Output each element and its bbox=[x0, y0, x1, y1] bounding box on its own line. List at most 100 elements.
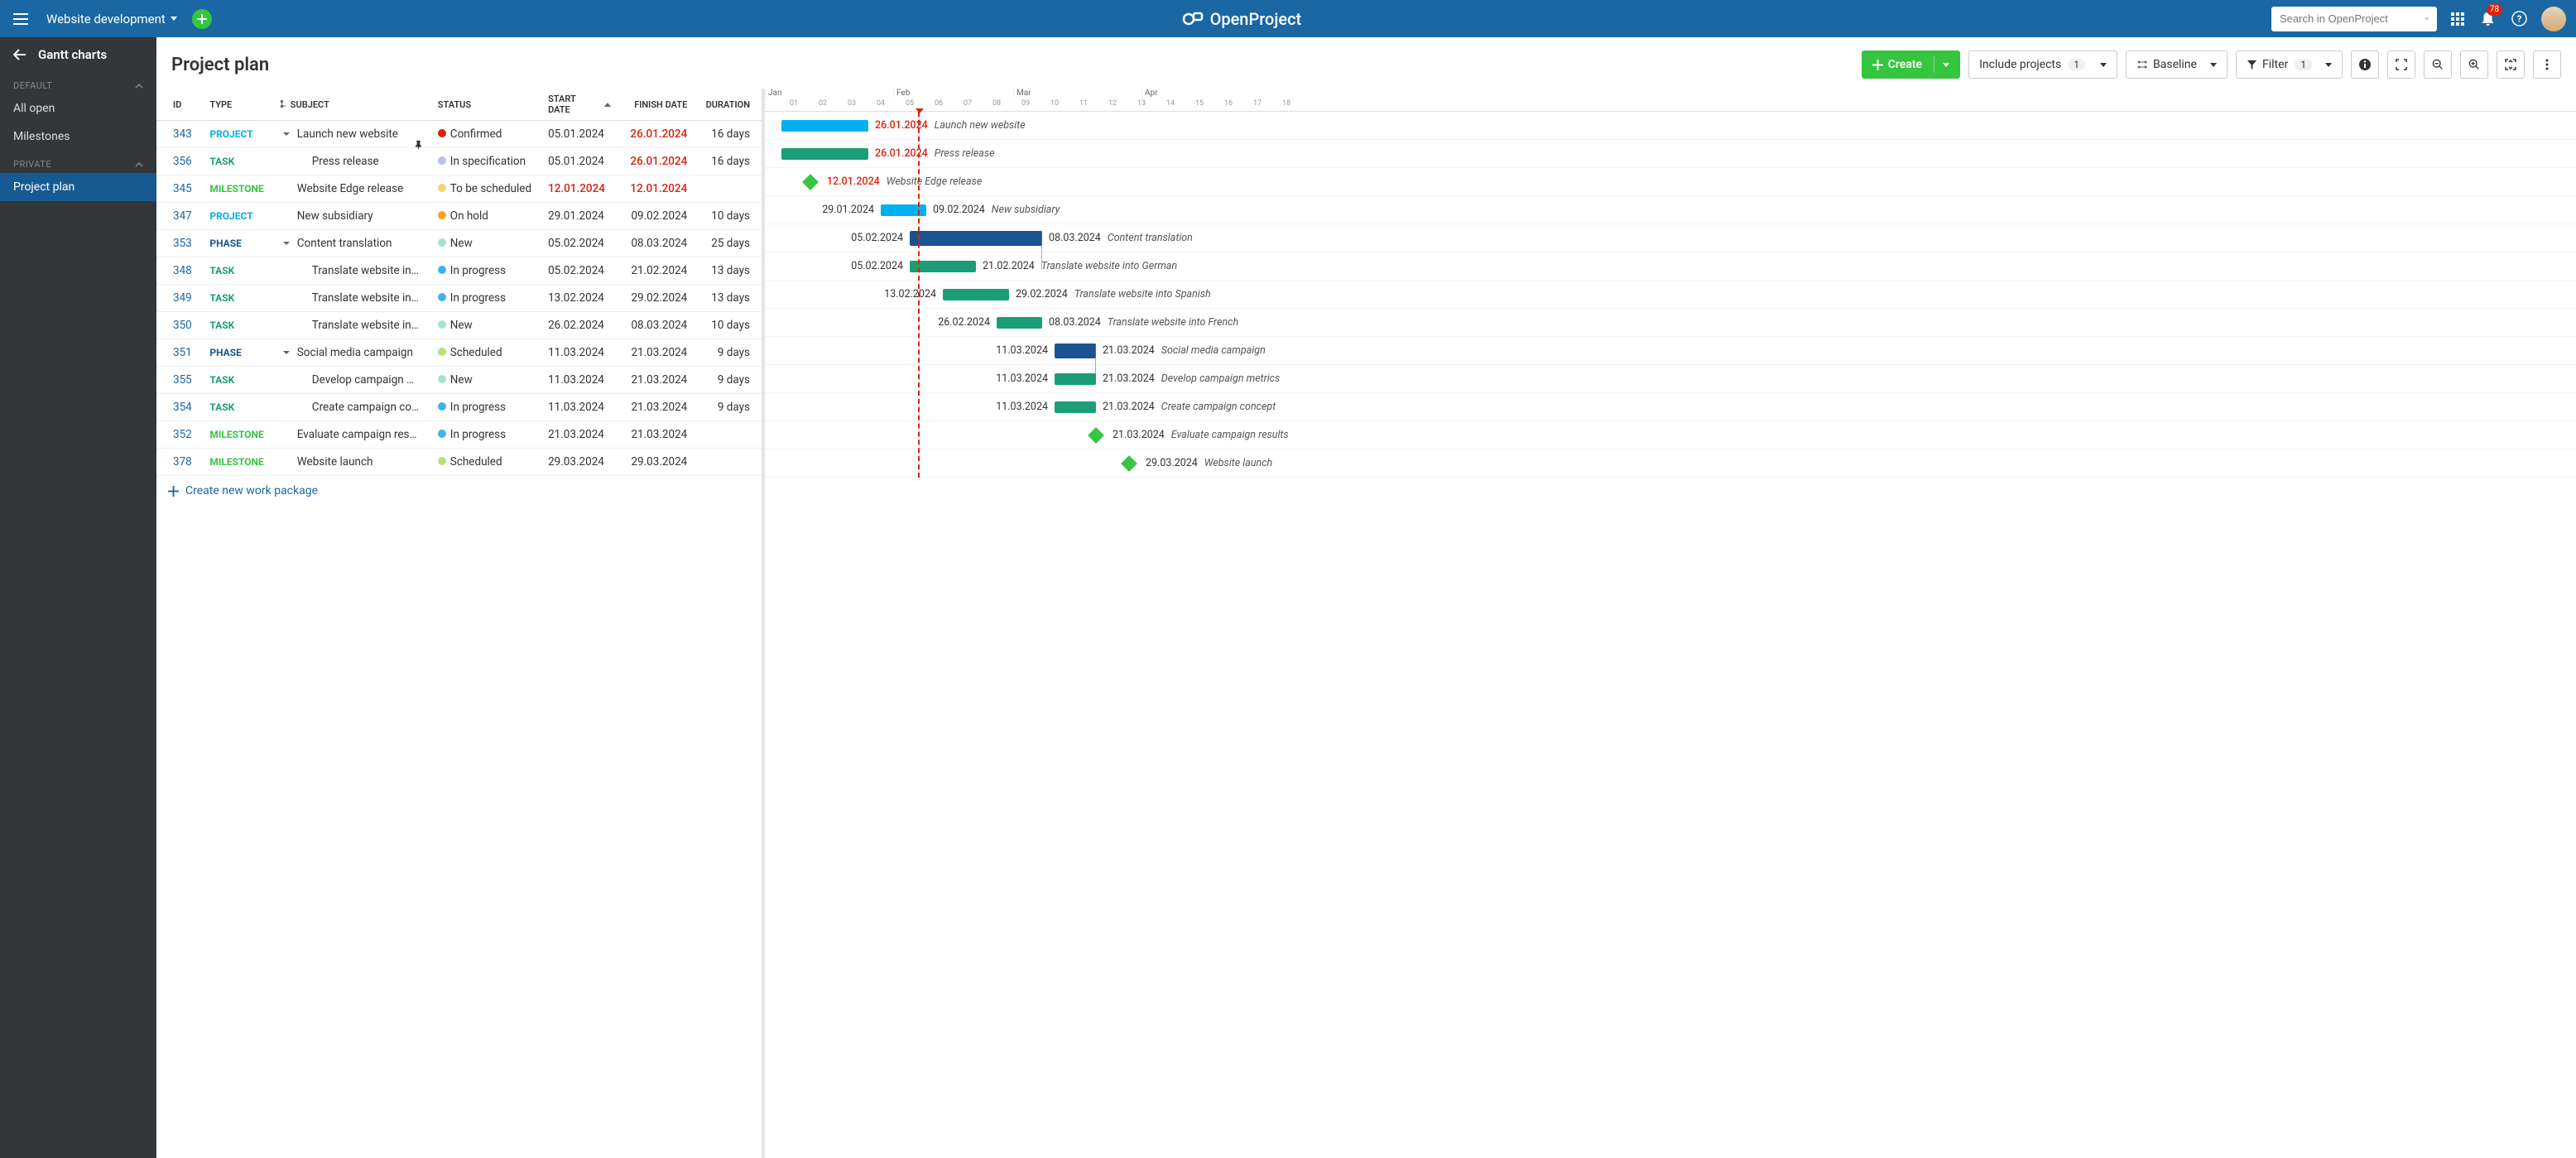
row-duration[interactable] bbox=[695, 421, 762, 449]
zoom-out-button[interactable] bbox=[2424, 50, 2452, 79]
gantt-bar[interactable] bbox=[781, 120, 868, 132]
row-duration[interactable] bbox=[695, 175, 762, 203]
table-row[interactable]: 343 PROJECT Launch new website Confirmed… bbox=[156, 121, 762, 148]
row-finish-date[interactable]: 21.03.2024 bbox=[619, 367, 695, 394]
row-status[interactable]: New bbox=[430, 312, 540, 339]
row-id[interactable]: 352 bbox=[156, 421, 201, 449]
row-id[interactable]: 348 bbox=[156, 257, 201, 285]
row-start-date[interactable]: 05.02.2024 bbox=[540, 257, 619, 285]
gantt-bar[interactable] bbox=[881, 204, 926, 216]
row-subject[interactable]: Evaluate campaign results bbox=[272, 421, 430, 449]
sidebar-item-milestones[interactable]: Milestones bbox=[0, 123, 156, 151]
row-subject[interactable]: Website Edge release bbox=[272, 175, 430, 203]
row-duration[interactable]: 16 days bbox=[695, 148, 762, 175]
row-start-date[interactable]: 11.03.2024 bbox=[540, 394, 619, 421]
row-status[interactable]: In progress bbox=[430, 257, 540, 285]
row-id[interactable]: 349 bbox=[156, 285, 201, 312]
table-row[interactable]: 353 PHASE Content translation New 05.02.… bbox=[156, 230, 762, 257]
sidebar-back[interactable]: Gantt charts bbox=[0, 37, 156, 72]
gantt-chart[interactable]: JanFebMarApr0102030405060708091011121314… bbox=[765, 89, 2576, 1158]
row-id[interactable]: 355 bbox=[156, 367, 201, 394]
row-duration[interactable] bbox=[695, 449, 762, 476]
row-status[interactable]: Confirmed bbox=[430, 121, 540, 148]
row-subject[interactable]: Press release bbox=[272, 148, 430, 175]
row-start-date[interactable]: 26.02.2024 bbox=[540, 312, 619, 339]
row-id[interactable]: 351 bbox=[156, 339, 201, 367]
help-button[interactable]: ? bbox=[2509, 8, 2530, 29]
gantt-bar[interactable] bbox=[997, 317, 1042, 329]
row-start-date[interactable]: 29.01.2024 bbox=[540, 203, 619, 230]
create-work-package-link[interactable]: Create new work package bbox=[156, 476, 762, 506]
row-finish-date[interactable]: 09.02.2024 bbox=[619, 203, 695, 230]
row-subject[interactable]: Website launch bbox=[272, 449, 430, 476]
row-start-date[interactable]: 13.02.2024 bbox=[540, 285, 619, 312]
row-subject[interactable]: Translate website into… bbox=[272, 257, 430, 285]
modules-button[interactable] bbox=[2449, 10, 2467, 28]
baseline-button[interactable]: Baseline bbox=[2126, 50, 2228, 79]
gantt-bar[interactable] bbox=[1055, 344, 1096, 358]
info-button[interactable] bbox=[2351, 50, 2379, 79]
col-duration[interactable]: DURATION bbox=[695, 89, 762, 121]
row-status[interactable]: To be scheduled bbox=[430, 175, 540, 203]
row-start-date[interactable]: 05.01.2024 bbox=[540, 121, 619, 148]
col-id[interactable]: ID bbox=[156, 89, 201, 121]
more-button[interactable] bbox=[2533, 50, 2561, 79]
row-finish-date[interactable]: 29.03.2024 bbox=[619, 449, 695, 476]
row-start-date[interactable]: 05.02.2024 bbox=[540, 230, 619, 257]
table-row[interactable]: 354 TASK Create campaign con… In progres… bbox=[156, 394, 762, 421]
row-subject[interactable]: Translate website into… bbox=[272, 285, 430, 312]
zoom-in-button[interactable] bbox=[2460, 50, 2488, 79]
zoom-fit-button[interactable] bbox=[2497, 50, 2525, 79]
row-id[interactable]: 345 bbox=[156, 175, 201, 203]
search-input[interactable] bbox=[2280, 12, 2425, 25]
col-subject[interactable]: SUBJECT bbox=[272, 89, 430, 121]
gantt-bar[interactable] bbox=[781, 148, 868, 160]
row-id[interactable]: 353 bbox=[156, 230, 201, 257]
row-duration[interactable]: 13 days bbox=[695, 257, 762, 285]
gantt-bar[interactable] bbox=[910, 231, 1042, 246]
col-start[interactable]: START DATE bbox=[540, 89, 619, 121]
row-subject[interactable]: Translate website into… bbox=[272, 312, 430, 339]
row-subject[interactable]: Launch new website bbox=[272, 121, 430, 148]
row-subject[interactable]: Content translation bbox=[272, 230, 430, 257]
row-status[interactable]: In progress bbox=[430, 421, 540, 449]
row-id[interactable]: 356 bbox=[156, 148, 201, 175]
row-status[interactable]: New bbox=[430, 367, 540, 394]
row-finish-date[interactable]: 26.01.2024 bbox=[619, 148, 695, 175]
row-finish-date[interactable]: 21.02.2024 bbox=[619, 257, 695, 285]
table-row[interactable]: 351 PHASE Social media campaign Schedule… bbox=[156, 339, 762, 367]
gantt-bar[interactable] bbox=[1055, 373, 1096, 385]
table-row[interactable]: 356 TASK Press release In specification … bbox=[156, 148, 762, 175]
gantt-bar[interactable] bbox=[943, 289, 1009, 300]
row-finish-date[interactable]: 26.01.2024 bbox=[619, 121, 695, 148]
row-id[interactable]: 378 bbox=[156, 449, 201, 476]
search-box[interactable] bbox=[2271, 7, 2437, 31]
row-finish-date[interactable]: 08.03.2024 bbox=[619, 230, 695, 257]
expand-toggle[interactable] bbox=[281, 132, 292, 136]
row-status[interactable]: In progress bbox=[430, 394, 540, 421]
sidebar-section-default[interactable]: DEFAULT bbox=[0, 72, 156, 94]
row-start-date[interactable]: 11.03.2024 bbox=[540, 367, 619, 394]
row-status[interactable]: On hold bbox=[430, 203, 540, 230]
menu-toggle-button[interactable] bbox=[10, 10, 31, 28]
row-duration[interactable]: 10 days bbox=[695, 203, 762, 230]
table-row[interactable]: 348 TASK Translate website into… In prog… bbox=[156, 257, 762, 285]
sidebar-item-project-plan[interactable]: Project plan bbox=[0, 173, 156, 201]
notifications-button[interactable]: 78 bbox=[2478, 9, 2497, 29]
row-start-date[interactable]: 29.03.2024 bbox=[540, 449, 619, 476]
row-duration[interactable]: 9 days bbox=[695, 394, 762, 421]
row-finish-date[interactable]: 29.02.2024 bbox=[619, 285, 695, 312]
row-status[interactable]: Scheduled bbox=[430, 449, 540, 476]
row-start-date[interactable]: 12.01.2024 bbox=[540, 175, 619, 203]
row-start-date[interactable]: 21.03.2024 bbox=[540, 421, 619, 449]
table-row[interactable]: 350 TASK Translate website into… New 26.… bbox=[156, 312, 762, 339]
filter-button[interactable]: Filter 1 bbox=[2236, 50, 2343, 79]
row-id[interactable]: 350 bbox=[156, 312, 201, 339]
row-subject[interactable]: Create campaign con… bbox=[272, 394, 430, 421]
global-add-button[interactable] bbox=[192, 9, 212, 29]
table-row[interactable]: 345 MILESTONE Website Edge release To be… bbox=[156, 175, 762, 203]
sidebar-item-all-open[interactable]: All open bbox=[0, 94, 156, 123]
user-avatar[interactable] bbox=[2541, 7, 2566, 31]
row-status[interactable]: In specification bbox=[430, 148, 540, 175]
col-status[interactable]: STATUS bbox=[430, 89, 540, 121]
